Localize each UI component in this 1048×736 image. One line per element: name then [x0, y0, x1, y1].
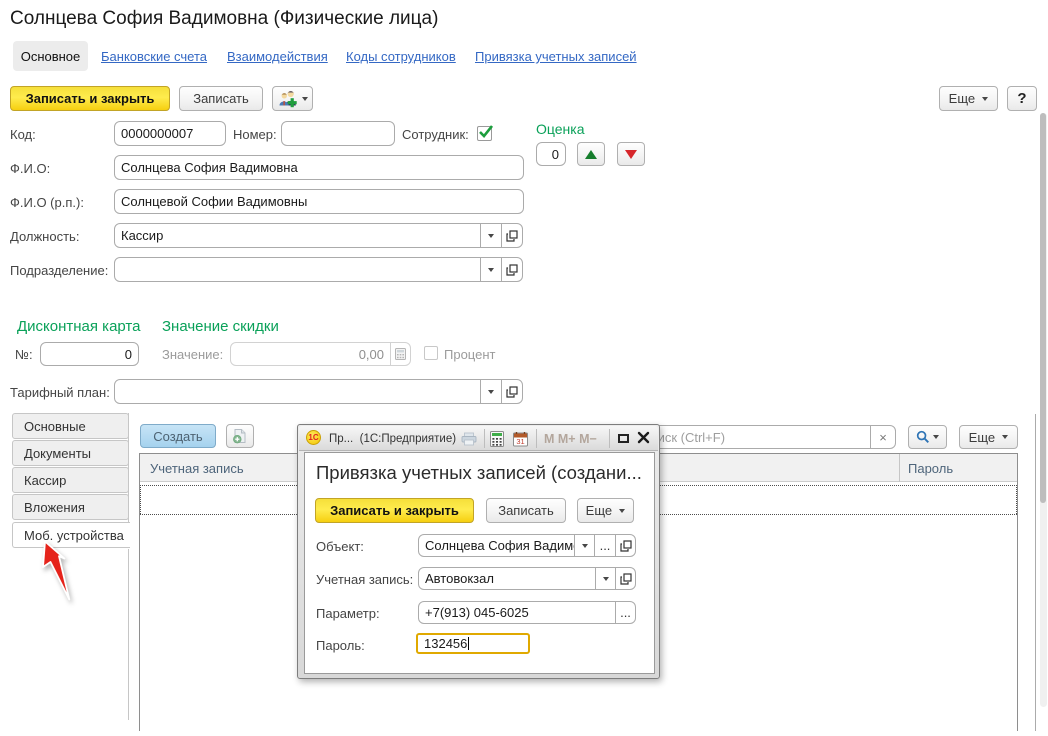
- svg-text:31: 31: [516, 437, 524, 446]
